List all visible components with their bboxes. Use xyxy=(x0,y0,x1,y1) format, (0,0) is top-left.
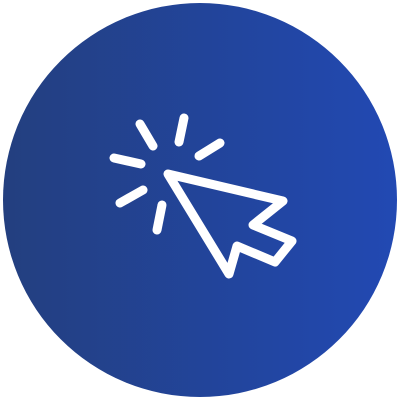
icon-canvas xyxy=(0,0,400,400)
click-cursor-icon xyxy=(3,3,397,397)
ray-top xyxy=(174,113,189,147)
circle-background xyxy=(3,3,397,397)
ray-bottom xyxy=(152,200,167,235)
ray-left xyxy=(109,153,146,169)
